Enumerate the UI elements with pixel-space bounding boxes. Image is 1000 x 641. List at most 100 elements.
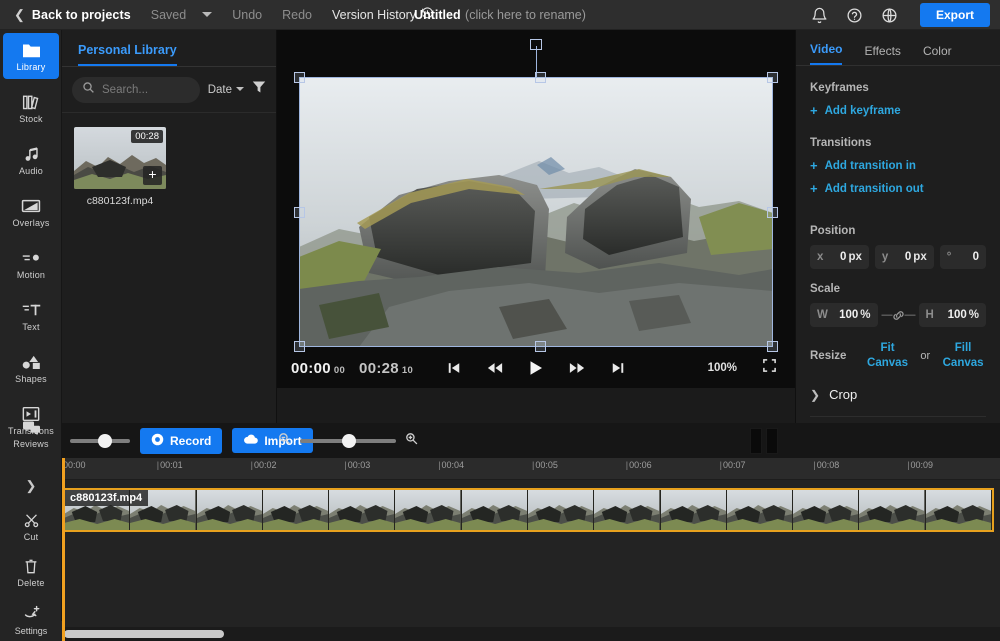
add-keyframe-button[interactable]: + Add keyframe xyxy=(810,104,986,117)
back-to-projects-button[interactable]: Back to projects xyxy=(32,8,131,22)
opacity-slider-knob[interactable] xyxy=(98,434,112,448)
video-canvas-selection[interactable] xyxy=(299,77,773,347)
project-title[interactable]: Untitled xyxy=(414,8,461,22)
timeline-horizontal-scrollbar[interactable] xyxy=(62,627,1000,641)
position-x-label: x xyxy=(817,251,823,263)
redo-button[interactable]: Redo xyxy=(282,8,312,22)
fast-forward-icon[interactable] xyxy=(569,361,585,375)
motion-icon xyxy=(21,248,42,268)
skip-start-icon[interactable] xyxy=(447,361,461,375)
tab-effects[interactable]: Effects xyxy=(864,44,900,65)
timeline-zoom-knob[interactable] xyxy=(342,434,356,448)
sidebar-item-motion[interactable]: Motion xyxy=(0,241,62,287)
resize-handle-top-left[interactable] xyxy=(294,72,305,83)
video-canvas[interactable] xyxy=(299,77,773,347)
sidebar-item-audio[interactable]: Audio xyxy=(0,137,62,183)
ruler-tick: |00:07 xyxy=(720,460,746,470)
settings-button[interactable]: Settings xyxy=(0,621,62,641)
globe-icon[interactable] xyxy=(881,6,899,24)
playhead[interactable] xyxy=(62,458,65,641)
rewind-icon[interactable] xyxy=(487,361,503,375)
ruler-tick-label: 00:09 xyxy=(911,460,934,470)
back-chevron-icon[interactable]: ❮ xyxy=(14,8,25,21)
timeline-clip[interactable]: c880123f.mp4 xyxy=(62,488,994,532)
link-icon[interactable]: — — xyxy=(882,309,915,321)
saved-status: Saved xyxy=(151,8,186,22)
ruler-tick-label: 00:07 xyxy=(723,460,746,470)
tab-video[interactable]: Video xyxy=(810,42,842,65)
delete-button[interactable]: Delete xyxy=(0,549,62,595)
timeline-scrollbar-thumb[interactable] xyxy=(64,630,224,638)
total-frames-value: 10 xyxy=(402,365,413,376)
export-button[interactable]: Export xyxy=(920,3,990,27)
filter-icon[interactable] xyxy=(252,80,266,99)
help-icon[interactable] xyxy=(846,6,864,24)
rotation-field[interactable]: ° 0 xyxy=(940,245,986,269)
sidebar-item-library[interactable]: Library xyxy=(3,33,59,79)
text-icon xyxy=(21,300,42,320)
timeline-track-area[interactable]: c880123f.mp4 xyxy=(62,480,1000,641)
fullscreen-icon[interactable] xyxy=(762,358,777,378)
filmstrip-frame xyxy=(793,490,859,530)
add-transition-in-button[interactable]: + Add transition in xyxy=(810,159,986,172)
timeline-ruler[interactable]: 00:00|00:01|00:02|00:03|00:04|00:05|00:0… xyxy=(62,458,1000,480)
resize-handle-middle-right[interactable] xyxy=(767,207,778,218)
zoom-out-icon[interactable] xyxy=(278,432,291,450)
timeline[interactable]: 00:00|00:01|00:02|00:03|00:04|00:05|00:0… xyxy=(62,458,1000,641)
bell-icon[interactable] xyxy=(811,6,829,24)
media-thumbnail[interactable]: 00:28 + xyxy=(74,127,166,189)
crop-accordion[interactable]: ❯ Crop xyxy=(810,387,986,402)
current-frames-value: 00 xyxy=(334,365,345,376)
skip-end-icon[interactable] xyxy=(611,361,625,375)
chevron-right-icon[interactable]: ❯ xyxy=(0,469,62,503)
opacity-slider[interactable] xyxy=(70,439,130,443)
zoom-in-icon[interactable] xyxy=(405,432,418,450)
ruler-tick-label: 00:00 xyxy=(63,460,86,470)
sidebar-item-reviews[interactable]: Reviews xyxy=(0,410,62,456)
resize-handle-top-right[interactable] xyxy=(767,72,778,83)
fill-canvas-button[interactable]: Fill Canvas xyxy=(940,341,986,371)
resize-handle-middle-left[interactable] xyxy=(294,207,305,218)
position-y-field[interactable]: y 0px xyxy=(875,245,934,269)
timeline-zoom-slider[interactable] xyxy=(300,439,396,443)
chevron-down-icon[interactable] xyxy=(202,12,212,17)
scale-width-field[interactable]: W 100% xyxy=(810,303,878,327)
cut-tool-button[interactable]: Cut xyxy=(0,503,62,549)
undo-button[interactable]: Undo xyxy=(232,8,262,22)
plus-icon: + xyxy=(810,159,818,172)
library-media-item[interactable]: 00:28 + c880123f.mp4 xyxy=(74,127,166,207)
resize-row: Resize Fit Canvas or Fill Canvas xyxy=(810,341,986,371)
sidebar-item-label: Stock xyxy=(19,115,43,124)
position-x-field[interactable]: x 0px xyxy=(810,245,869,269)
cut-label: Cut xyxy=(24,533,39,542)
sidebar-item-shapes[interactable]: Shapes xyxy=(0,345,62,391)
sidebar-item-text[interactable]: Text xyxy=(0,293,62,339)
scale-height-field[interactable]: H 100% xyxy=(919,303,987,327)
scale-height-label: H xyxy=(926,309,934,321)
plus-icon[interactable]: + xyxy=(143,166,162,185)
fit-canvas-button[interactable]: Fit Canvas xyxy=(865,341,911,371)
tab-personal-library[interactable]: Personal Library xyxy=(78,43,177,66)
ruler-tick-mark: | xyxy=(157,460,159,470)
sort-by-dropdown[interactable]: Date xyxy=(208,84,244,96)
sidebar-item-stock[interactable]: Stock xyxy=(0,85,62,131)
rename-hint[interactable]: (click here to rename) xyxy=(465,8,586,22)
resize-label: Resize xyxy=(810,350,865,362)
overlays-icon xyxy=(20,196,42,216)
add-transition-out-button[interactable]: + Add transition out xyxy=(810,182,986,195)
current-timecode: 00:0000 xyxy=(291,360,345,377)
tab-color[interactable]: Color xyxy=(923,44,952,65)
version-history-button[interactable]: Version History xyxy=(332,8,416,22)
record-button[interactable]: Record xyxy=(140,428,222,454)
preview-zoom-level[interactable]: 100% xyxy=(708,362,737,374)
rail-primary-items: Library Stock Audio xyxy=(0,30,61,443)
search-input[interactable] xyxy=(102,84,190,96)
rotation-handle[interactable] xyxy=(530,39,542,50)
sidebar-item-overlays[interactable]: Overlays xyxy=(0,189,62,235)
ruler-tick-mark: | xyxy=(720,460,722,470)
resize-handle-top-center[interactable] xyxy=(535,72,546,83)
fill-canvas-line2: Canvas xyxy=(943,357,984,369)
search-box[interactable] xyxy=(72,77,200,103)
filmstrip-frame xyxy=(594,490,660,530)
play-icon[interactable] xyxy=(529,360,543,376)
